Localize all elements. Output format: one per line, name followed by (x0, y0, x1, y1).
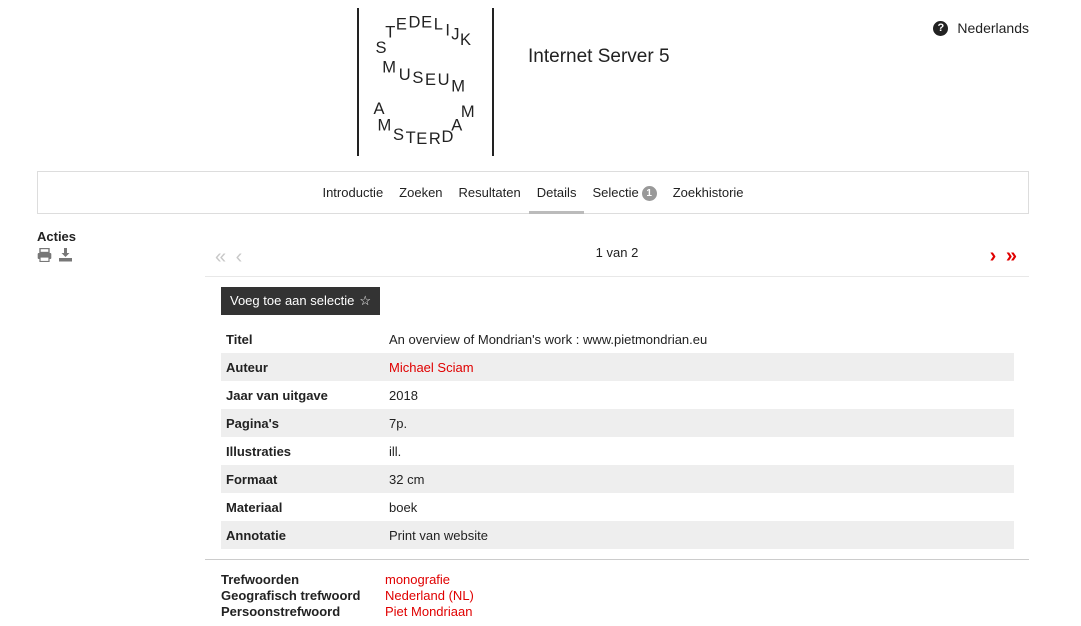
help-icon[interactable]: ? (933, 20, 949, 36)
field-value: 32 cm (384, 465, 1014, 493)
svg-text:I: I (445, 21, 450, 39)
svg-text:M: M (382, 58, 396, 76)
server-title: Internet Server 5 (528, 46, 670, 67)
keyword-label: Geografisch trefwoord (221, 588, 361, 603)
table-row: Auteur Michael Sciam (221, 353, 1014, 381)
tab-label: Selectie (592, 185, 639, 200)
field-label: Materiaal (226, 499, 283, 515)
language-label[interactable]: Nederlands (957, 20, 1029, 36)
keyword-link[interactable]: Nederland (NL) (385, 588, 474, 604)
tab-label: Resultaten (458, 185, 521, 200)
download-icon[interactable] (58, 248, 73, 265)
field-label: Auteur (221, 353, 384, 381)
keyword-row: Geografisch trefwoord Nederland (NL) (221, 588, 474, 604)
language-switch[interactable]: ? Nederlands (933, 20, 1029, 36)
keyword-label: Persoonstrefwoord (221, 604, 341, 619)
field-label: Pagina's (221, 409, 384, 437)
add-to-selection-label: Voeg toe aan selectie (230, 293, 355, 308)
svg-text:L: L (434, 16, 443, 34)
next-last-icon[interactable]: › » (990, 245, 1019, 268)
keyword-link[interactable]: monografie (385, 572, 450, 588)
svg-text:S: S (412, 69, 423, 87)
table-row: Titel An overview of Mondrian's work : ww… (221, 325, 1014, 353)
stedelijk-museum-logo[interactable]: S T E D E L I J K M U S E U M A M S T E … (357, 8, 494, 156)
record-pager: « ‹ 1 van 2 › » (205, 240, 1029, 277)
svg-text:E: E (425, 71, 436, 89)
field-label: Titel (226, 331, 253, 347)
field-value: 7p. (384, 409, 1014, 437)
add-to-selection-button[interactable]: Voeg toe aan selectie ☆ (221, 287, 380, 315)
keyword-row: Trefwoorden monografie (221, 572, 474, 588)
svg-text:E: E (396, 16, 407, 34)
actions-panel: Acties (37, 229, 76, 265)
svg-text:M: M (461, 103, 475, 121)
details-table: Titel An overview of Mondrian's work : ww… (221, 325, 1014, 549)
keywords-section: Trefwoorden monografie Geografisch trefwoo… (221, 572, 474, 620)
tab-details[interactable]: Details (528, 172, 585, 214)
svg-text:D: D (409, 14, 421, 32)
keyword-row: Persoonstrefwoord Piet Mondriaan (221, 604, 474, 620)
field-value: 2018 (389, 387, 418, 403)
svg-text:E: E (416, 130, 427, 148)
svg-text:M: M (451, 78, 465, 96)
logo-graphic: S T E D E L I J K M U S E U M A M S T E … (374, 14, 475, 148)
keyword-link[interactable]: Piet Mondriaan (385, 604, 472, 620)
svg-text:U: U (438, 71, 450, 89)
tab-label: Introductie (322, 185, 384, 200)
main-nav: Introductie Zoeken Resultaten Details Se… (37, 171, 1029, 214)
table-row: Materiaal boek (221, 493, 1014, 521)
tab-label: Details (536, 185, 577, 200)
field-label: Illustraties (226, 443, 292, 459)
tab-label: Zoekhistorie (672, 185, 744, 200)
record-counter: 1 van 2 (595, 245, 639, 260)
svg-text:S: S (376, 39, 387, 57)
table-row: Pagina's 7p. (221, 409, 1014, 437)
svg-text:U: U (399, 66, 411, 84)
field-label: Annotatie (221, 521, 384, 549)
svg-text:T: T (385, 23, 395, 41)
star-icon: ☆ (359, 293, 371, 308)
svg-text:K: K (460, 31, 471, 49)
field-value: An overview of Mondrian's work : www.pie… (389, 331, 708, 347)
svg-text:E: E (421, 14, 432, 32)
field-label: Jaar van uitgave (226, 387, 328, 403)
print-icon[interactable] (37, 247, 52, 265)
tab-zoekhistorie[interactable]: Zoekhistorie (665, 172, 752, 213)
tab-introductie[interactable]: Introductie (314, 172, 391, 213)
table-row: Illustraties ill. (221, 437, 1014, 465)
keyword-label: Trefwoorden (221, 572, 300, 587)
field-label: Formaat (221, 465, 384, 493)
actions-title: Acties (37, 229, 77, 244)
svg-text:T: T (406, 129, 416, 147)
author-link[interactable]: Michael Sciam (389, 360, 474, 375)
tab-selectie[interactable]: Selectie 1 (584, 172, 664, 213)
field-value: Print van website (384, 521, 1014, 549)
field-value: ill. (389, 443, 402, 459)
tab-resultaten[interactable]: Resultaten (451, 172, 529, 213)
svg-text:M: M (377, 117, 391, 135)
selection-count-badge: 1 (641, 186, 657, 201)
svg-text:S: S (393, 126, 404, 144)
tab-zoeken[interactable]: Zoeken (391, 172, 450, 213)
field-value: Michael Sciam (384, 353, 1014, 381)
svg-text:R: R (429, 130, 441, 148)
section-divider (205, 559, 1029, 560)
tab-label: Zoeken (399, 185, 443, 200)
table-row: Annotatie Print van website (221, 521, 1014, 549)
table-row: Formaat 32 cm (221, 465, 1014, 493)
table-row: Jaar van uitgave 2018 (221, 381, 1014, 409)
field-value: boek (389, 499, 418, 515)
svg-text:A: A (374, 100, 385, 118)
svg-text:J: J (451, 25, 459, 43)
